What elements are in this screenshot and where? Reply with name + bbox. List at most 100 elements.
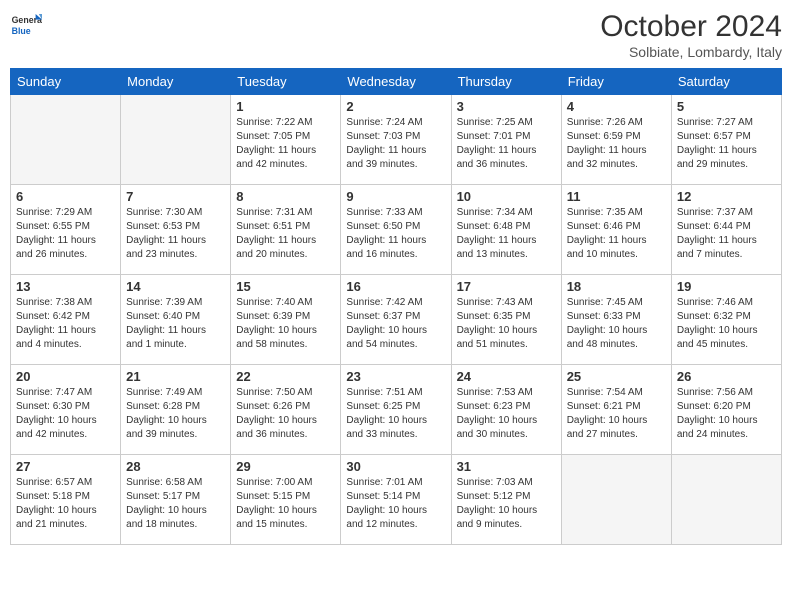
calendar-table: SundayMondayTuesdayWednesdayThursdayFrid…	[10, 68, 782, 545]
logo: General Blue	[10, 10, 42, 42]
col-header-saturday: Saturday	[671, 69, 781, 95]
calendar-cell: 26 Sunrise: 7:56 AM Sunset: 6:20 PM Dayli…	[671, 365, 781, 455]
col-header-wednesday: Wednesday	[341, 69, 451, 95]
col-header-thursday: Thursday	[451, 69, 561, 95]
day-number: 22	[236, 369, 335, 384]
cell-info: Sunrise: 7:42 AM Sunset: 6:37 PM Dayligh…	[346, 296, 445, 352]
calendar-cell: 30 Sunrise: 7:01 AM Sunset: 5:14 PM Dayli…	[341, 455, 451, 545]
day-number: 12	[677, 189, 776, 204]
cell-info: Sunrise: 7:33 AM Sunset: 6:50 PM Dayligh…	[346, 206, 445, 262]
day-number: 16	[346, 279, 445, 294]
day-number: 7	[126, 189, 225, 204]
col-header-sunday: Sunday	[11, 69, 121, 95]
calendar-cell: 19 Sunrise: 7:46 AM Sunset: 6:32 PM Dayli…	[671, 275, 781, 365]
cell-info: Sunrise: 7:49 AM Sunset: 6:28 PM Dayligh…	[126, 386, 225, 442]
calendar-cell	[121, 95, 231, 185]
col-header-monday: Monday	[121, 69, 231, 95]
calendar-cell: 1Sunrise: 7:22 AM Sunset: 7:05 PM Daylig…	[231, 95, 341, 185]
cell-info: Sunrise: 7:26 AM Sunset: 6:59 PM Dayligh…	[567, 116, 666, 172]
calendar-cell: 15Sunrise: 7:40 AM Sunset: 6:39 PM Dayli…	[231, 275, 341, 365]
calendar-week-row: 13Sunrise: 7:38 AM Sunset: 6:42 PM Dayli…	[11, 275, 782, 365]
calendar-week-row: 27 Sunrise: 6:57 AM Sunset: 5:18 PM Dayli…	[11, 455, 782, 545]
calendar-cell: 11Sunrise: 7:35 AM Sunset: 6:46 PM Dayli…	[561, 185, 671, 275]
calendar-week-row: 20Sunrise: 7:47 AM Sunset: 6:30 PM Dayli…	[11, 365, 782, 455]
day-number: 24	[457, 369, 556, 384]
cell-info: Sunrise: 7:50 AM Sunset: 6:26 PM Dayligh…	[236, 386, 335, 442]
day-number: 27	[16, 459, 115, 474]
calendar-cell: 25Sunrise: 7:54 AM Sunset: 6:21 PM Dayli…	[561, 365, 671, 455]
calendar-cell: 8 Sunrise: 7:31 AM Sunset: 6:51 PM Daylig…	[231, 185, 341, 275]
calendar-cell	[11, 95, 121, 185]
day-number: 29	[236, 459, 335, 474]
cell-info: Sunrise: 7:51 AM Sunset: 6:25 PM Dayligh…	[346, 386, 445, 442]
col-header-friday: Friday	[561, 69, 671, 95]
day-number: 30	[346, 459, 445, 474]
cell-info: Sunrise: 7:40 AM Sunset: 6:39 PM Dayligh…	[236, 296, 335, 352]
col-header-tuesday: Tuesday	[231, 69, 341, 95]
day-number: 26	[677, 369, 776, 384]
calendar-cell	[561, 455, 671, 545]
cell-info: Sunrise: 7:43 AM Sunset: 6:35 PM Dayligh…	[457, 296, 556, 352]
cell-info: Sunrise: 6:57 AM Sunset: 5:18 PM Dayligh…	[16, 476, 115, 532]
cell-info: Sunrise: 7:01 AM Sunset: 5:14 PM Dayligh…	[346, 476, 445, 532]
cell-info: Sunrise: 7:56 AM Sunset: 6:20 PM Dayligh…	[677, 386, 776, 442]
day-number: 6	[16, 189, 115, 204]
day-number: 23	[346, 369, 445, 384]
location: Solbiate, Lombardy, Italy	[600, 44, 782, 60]
day-number: 19	[677, 279, 776, 294]
calendar-cell: 22 Sunrise: 7:50 AM Sunset: 6:26 PM Dayli…	[231, 365, 341, 455]
month-title: October 2024	[600, 10, 782, 44]
cell-info: Sunrise: 7:00 AM Sunset: 5:15 PM Dayligh…	[236, 476, 335, 532]
calendar-cell: 21Sunrise: 7:49 AM Sunset: 6:28 PM Dayli…	[121, 365, 231, 455]
day-number: 3	[457, 99, 556, 114]
day-number: 2	[346, 99, 445, 114]
cell-info: Sunrise: 7:45 AM Sunset: 6:33 PM Dayligh…	[567, 296, 666, 352]
calendar-cell: 6 Sunrise: 7:29 AM Sunset: 6:55 PM Daylig…	[11, 185, 121, 275]
cell-info: Sunrise: 7:30 AM Sunset: 6:53 PM Dayligh…	[126, 206, 225, 262]
logo-icon: General Blue	[10, 10, 42, 42]
title-block: October 2024 Solbiate, Lombardy, Italy	[600, 10, 782, 60]
day-number: 25	[567, 369, 666, 384]
cell-info: Sunrise: 7:37 AM Sunset: 6:44 PM Dayligh…	[677, 206, 776, 262]
page-header: General Blue October 2024 Solbiate, Lomb…	[10, 10, 782, 60]
day-number: 20	[16, 369, 115, 384]
day-number: 14	[126, 279, 225, 294]
day-number: 8	[236, 189, 335, 204]
calendar-cell: 29 Sunrise: 7:00 AM Sunset: 5:15 PM Dayli…	[231, 455, 341, 545]
calendar-cell: 31 Sunrise: 7:03 AM Sunset: 5:12 PM Dayli…	[451, 455, 561, 545]
svg-text:Blue: Blue	[12, 26, 31, 36]
calendar-cell: 16 Sunrise: 7:42 AM Sunset: 6:37 PM Dayli…	[341, 275, 451, 365]
cell-info: Sunrise: 6:58 AM Sunset: 5:17 PM Dayligh…	[126, 476, 225, 532]
calendar-cell: 23 Sunrise: 7:51 AM Sunset: 6:25 PM Dayli…	[341, 365, 451, 455]
calendar-cell: 9 Sunrise: 7:33 AM Sunset: 6:50 PM Daylig…	[341, 185, 451, 275]
cell-info: Sunrise: 7:22 AM Sunset: 7:05 PM Dayligh…	[236, 116, 335, 172]
calendar-week-row: 1Sunrise: 7:22 AM Sunset: 7:05 PM Daylig…	[11, 95, 782, 185]
calendar-cell: 27 Sunrise: 6:57 AM Sunset: 5:18 PM Dayli…	[11, 455, 121, 545]
calendar-cell: 12 Sunrise: 7:37 AM Sunset: 6:44 PM Dayli…	[671, 185, 781, 275]
cell-info: Sunrise: 7:29 AM Sunset: 6:55 PM Dayligh…	[16, 206, 115, 262]
calendar-cell: 14 Sunrise: 7:39 AM Sunset: 6:40 PM Dayli…	[121, 275, 231, 365]
calendar-cell: 13Sunrise: 7:38 AM Sunset: 6:42 PM Dayli…	[11, 275, 121, 365]
cell-info: Sunrise: 7:27 AM Sunset: 6:57 PM Dayligh…	[677, 116, 776, 172]
calendar-cell	[671, 455, 781, 545]
cell-info: Sunrise: 7:46 AM Sunset: 6:32 PM Dayligh…	[677, 296, 776, 352]
calendar-header-row: SundayMondayTuesdayWednesdayThursdayFrid…	[11, 69, 782, 95]
calendar-cell: 10 Sunrise: 7:34 AM Sunset: 6:48 PM Dayli…	[451, 185, 561, 275]
calendar-cell: 17Sunrise: 7:43 AM Sunset: 6:35 PM Dayli…	[451, 275, 561, 365]
cell-info: Sunrise: 7:39 AM Sunset: 6:40 PM Dayligh…	[126, 296, 225, 352]
cell-info: Sunrise: 7:03 AM Sunset: 5:12 PM Dayligh…	[457, 476, 556, 532]
calendar-cell: 28Sunrise: 6:58 AM Sunset: 5:17 PM Dayli…	[121, 455, 231, 545]
calendar-cell: 3Sunrise: 7:25 AM Sunset: 7:01 PM Daylig…	[451, 95, 561, 185]
cell-info: Sunrise: 7:34 AM Sunset: 6:48 PM Dayligh…	[457, 206, 556, 262]
day-number: 31	[457, 459, 556, 474]
day-number: 11	[567, 189, 666, 204]
day-number: 18	[567, 279, 666, 294]
cell-info: Sunrise: 7:38 AM Sunset: 6:42 PM Dayligh…	[16, 296, 115, 352]
day-number: 4	[567, 99, 666, 114]
day-number: 10	[457, 189, 556, 204]
day-number: 9	[346, 189, 445, 204]
calendar-cell: 20Sunrise: 7:47 AM Sunset: 6:30 PM Dayli…	[11, 365, 121, 455]
cell-info: Sunrise: 7:24 AM Sunset: 7:03 PM Dayligh…	[346, 116, 445, 172]
cell-info: Sunrise: 7:31 AM Sunset: 6:51 PM Dayligh…	[236, 206, 335, 262]
calendar-cell: 18 Sunrise: 7:45 AM Sunset: 6:33 PM Dayli…	[561, 275, 671, 365]
